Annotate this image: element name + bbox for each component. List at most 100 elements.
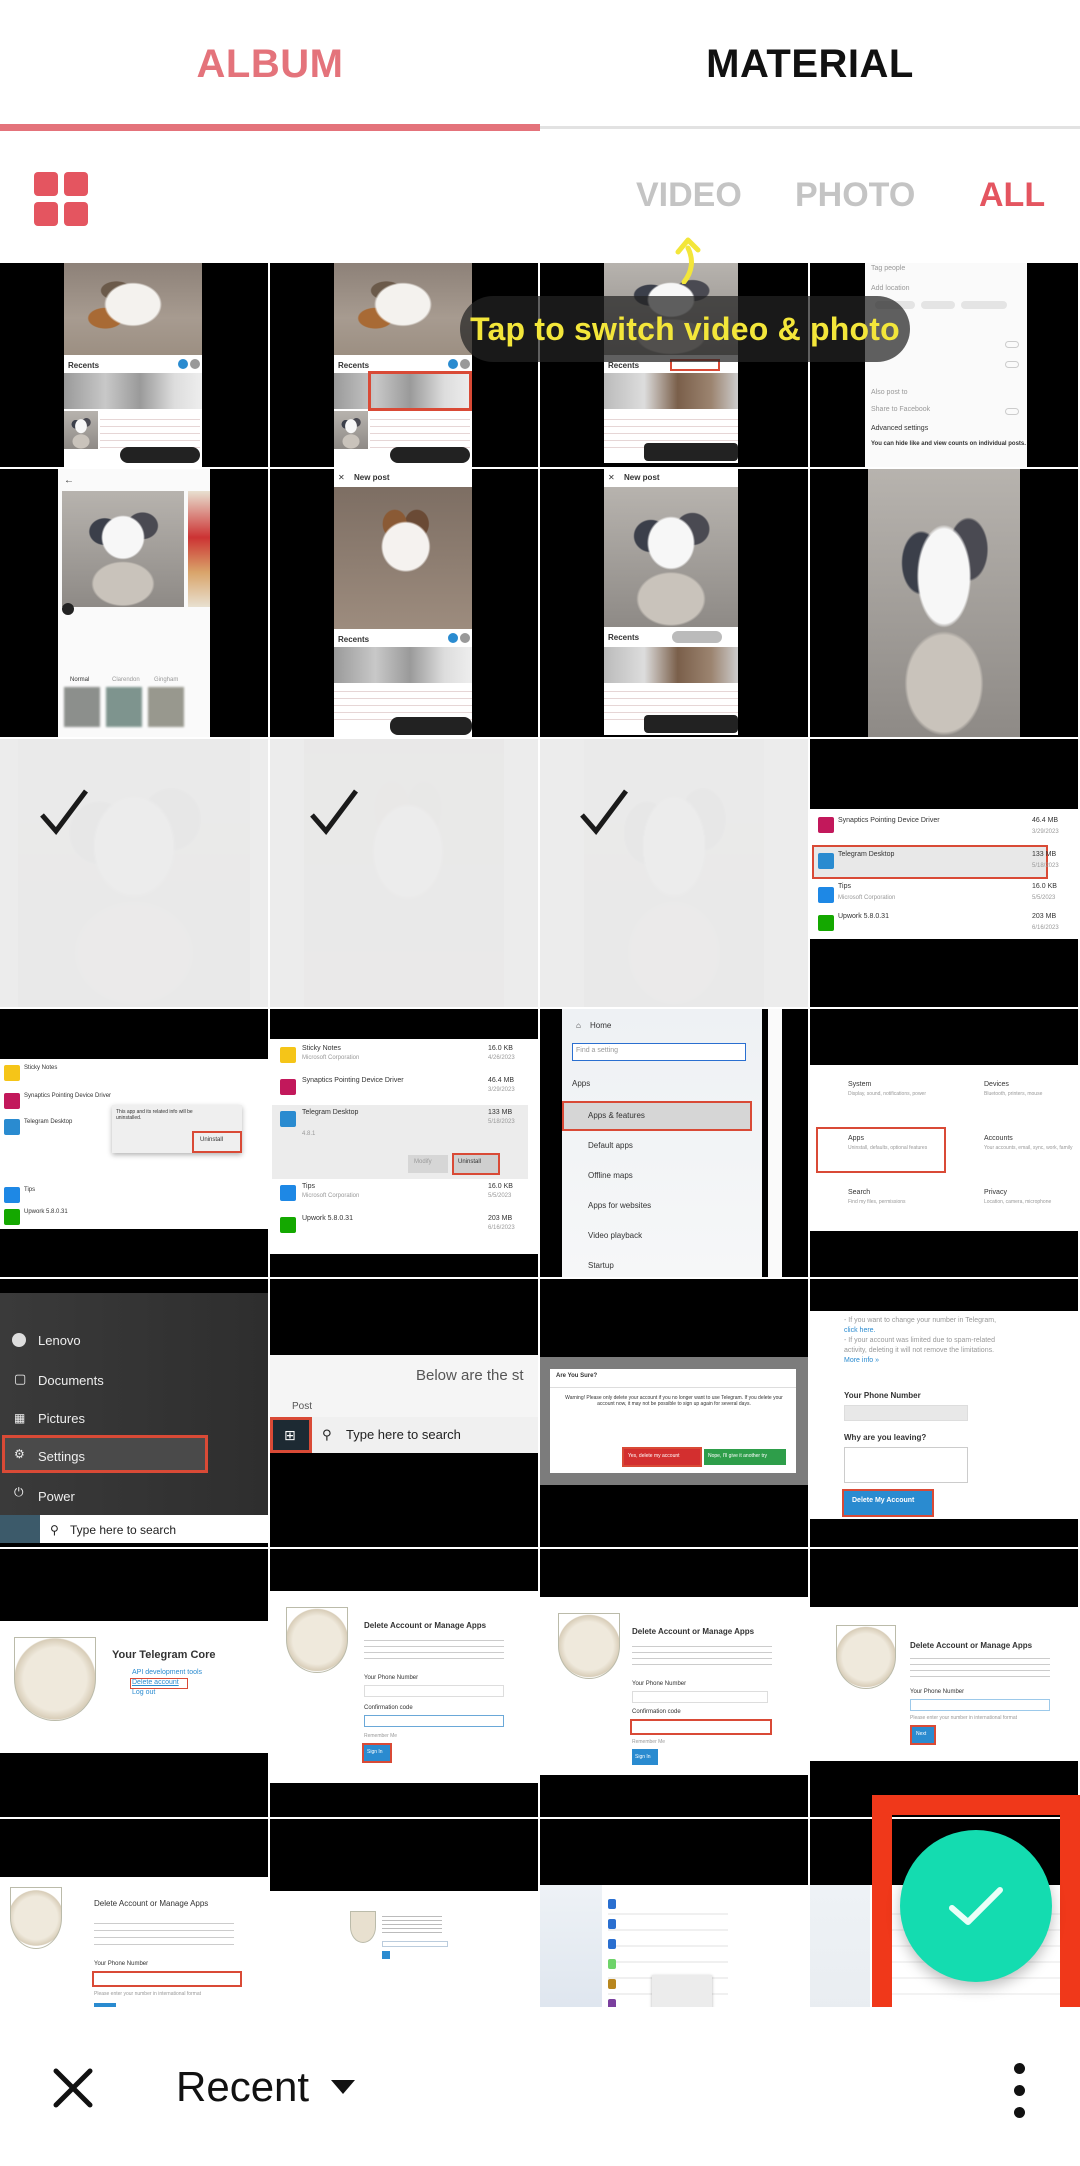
album-dropdown[interactable]: Recent	[176, 2057, 356, 2117]
media-thumbnail[interactable]: - If you want to change your number in T…	[810, 1279, 1078, 1547]
media-thumbnail[interactable]: ✕ New post Recents	[270, 469, 538, 737]
puppy-photo	[868, 469, 1020, 737]
media-thumbnail[interactable]: Sticky Notes Microsoft Corporation 16.0 …	[270, 1009, 538, 1277]
thumbnail-detail	[921, 301, 955, 309]
switch-hint-tooltip[interactable]: Tap to switch video & photo	[460, 296, 910, 362]
screenshot-content	[270, 1891, 538, 2007]
thumbnail-detail	[0, 739, 268, 1007]
thumbnail-text: Confirmation code	[364, 1705, 413, 1711]
media-thumbnail[interactable]: Below are the st Post ⊞ ⚲ Type here to s…	[270, 1279, 538, 1547]
media-thumbnail[interactable]: System Display, sound, notifications, po…	[810, 1009, 1078, 1277]
thumbnail-text: This app and its related info will be un…	[116, 1109, 193, 1121]
thumbnail-text: Tips	[302, 1183, 315, 1190]
thumbnail-text: Startup	[588, 1261, 614, 1270]
thumbnail-text: Modify	[414, 1159, 432, 1165]
media-thumbnail-selected[interactable]	[0, 739, 268, 1007]
thumbnail-detail	[350, 1911, 376, 1943]
thumbnail-detail	[632, 1641, 772, 1667]
media-thumbnail[interactable]: Delete Account or Manage Apps Your Phone…	[0, 1819, 268, 2007]
thumbnail-text: Normal	[70, 677, 90, 683]
media-thumbnail[interactable]: ✕ New post Recents	[540, 469, 808, 737]
thumbnail-text: Uninstall	[458, 1159, 482, 1165]
thumbnail-text: Microsoft Corporation	[302, 1055, 360, 1061]
media-thumbnail[interactable]: Delete Account or Manage Apps Your Phone…	[810, 1549, 1078, 1817]
screenshot-content: - If you want to change your number in T…	[810, 1311, 1078, 1519]
screenshot-content: Tag people Add location Also post to Sha…	[865, 263, 1027, 467]
app-icon	[608, 1919, 616, 1929]
filter-photo[interactable]: PHOTO	[795, 176, 915, 215]
filter-video[interactable]: VIDEO	[636, 176, 742, 215]
media-thumbnail[interactable]: Delete Account or Manage Apps Your Phone…	[540, 1549, 808, 1817]
puppy-photo	[334, 411, 368, 449]
media-thumbnail[interactable]: Recents	[0, 263, 268, 467]
screenshot-content: Recents	[334, 263, 472, 467]
puppy-photo	[64, 411, 98, 449]
thumbnail-text: Type here to search	[70, 1523, 177, 1537]
icon-dot	[64, 202, 88, 226]
more-vertical-icon[interactable]	[1006, 2063, 1034, 2119]
tooltip-arrow-icon	[675, 237, 701, 284]
thumbnail-text: Power	[38, 1489, 75, 1504]
thumbnail-detail	[382, 1941, 448, 1947]
app-icon	[280, 1111, 296, 1127]
media-thumbnail[interactable]: Sticky Notes Synaptics Pointing Device D…	[0, 1009, 268, 1277]
thumbnail-text: Why are you leaving?	[844, 1433, 927, 1442]
media-thumbnail-selected[interactable]	[270, 739, 538, 1007]
thumbnail-text: Warning! Please only delete your account…	[565, 1395, 783, 1407]
thumbnail-detail	[652, 1975, 712, 2007]
icon-dot	[34, 202, 58, 226]
screenshot-content: ⌂ Home Find a setting Apps Apps & featur…	[562, 1009, 762, 1277]
confirm-selection-button[interactable]	[900, 1830, 1052, 1982]
screenshot-content: Are You Sure? Warning! Please only delet…	[540, 1357, 808, 1485]
highlight-box	[630, 1719, 772, 1735]
thumbnail-detail	[0, 1515, 40, 1543]
media-thumbnail[interactable]: Recents	[540, 263, 808, 467]
media-thumbnail[interactable]: ⌂ Home Find a setting Apps Apps & featur…	[540, 1009, 808, 1277]
thumbnail-text: More info »	[844, 1357, 880, 1364]
thumbnail-text: Nope, I'll give it another try	[708, 1453, 768, 1459]
media-thumbnail[interactable]: Delete Account or Manage Apps Your Phone…	[270, 1549, 538, 1817]
thumbnail-detail	[910, 1699, 1050, 1711]
filter-all[interactable]: ALL	[979, 176, 1045, 215]
grid-view-icon[interactable]	[34, 172, 88, 226]
media-thumbnail[interactable]: Are You Sure? Warning! Please only delet…	[540, 1279, 808, 1547]
close-icon[interactable]	[50, 2065, 96, 2111]
media-thumbnail[interactable]: Tag people Add location Also post to Sha…	[810, 263, 1078, 467]
tab-material[interactable]: MATERIAL	[540, 0, 1080, 128]
thumbnail-text: Display, sound, notifications, power	[848, 1091, 927, 1097]
thumbnail-text: ⊞	[284, 1427, 296, 1443]
media-thumbnail[interactable]: Lenovo ▢ Documents ▦ Pictures ⚙ Settings…	[0, 1279, 268, 1547]
thumbnail-text: Search	[848, 1189, 871, 1196]
thumbnail-text: Your accounts, email, sync, work, family	[984, 1145, 1073, 1151]
thumbnail-detail	[62, 603, 74, 615]
media-thumbnail[interactable]: Synaptics Pointing Device Driver 46.4 MB…	[810, 739, 1078, 1007]
media-thumbnail[interactable]: ← Normal Clarendon Gingham	[0, 469, 268, 737]
thumbnail-detail	[364, 1715, 504, 1727]
thumbnail-text: Uninstall	[200, 1137, 224, 1143]
thumbnail-text: Next	[916, 1731, 927, 1737]
thumbnail-text: 4/26/2023	[488, 1055, 515, 1061]
app-icon	[280, 1185, 296, 1201]
tab-album[interactable]: ALBUM	[0, 0, 540, 128]
media-thumbnail[interactable]	[270, 1819, 538, 2007]
media-thumbnail-selected[interactable]	[540, 739, 808, 1007]
recents-label: Recents	[68, 361, 100, 370]
thumbnail-text: ✕	[338, 473, 345, 482]
thumbnail-detail	[550, 1387, 796, 1388]
media-thumbnail[interactable]: Your Telegram Core API development tools…	[0, 1549, 268, 1817]
thumbnail-text: click here.	[844, 1327, 876, 1334]
screenshot-content: Recents	[64, 263, 202, 467]
app-icon	[608, 1899, 616, 1909]
thumbnail-text: Remember Me	[364, 1733, 398, 1739]
thumbnail-text: Sticky Notes	[302, 1045, 341, 1052]
media-thumbnail[interactable]	[540, 1819, 808, 2007]
thumbnail-detail	[644, 715, 738, 733]
media-grid[interactable]: Recents Recents Recents Tag people Add l…	[0, 263, 1080, 2007]
media-thumbnail[interactable]	[810, 469, 1078, 737]
filter-bar: VIDEO PHOTO ALL	[0, 132, 1080, 263]
thumbnail-text: Microsoft Corporation	[302, 1193, 360, 1199]
screenshot-content: Lenovo ▢ Documents ▦ Pictures ⚙ Settings…	[0, 1293, 268, 1543]
thumbnail-text: New post	[624, 473, 660, 482]
thumbnail-detail	[558, 1613, 620, 1679]
media-thumbnail[interactable]: Recents	[270, 263, 538, 467]
